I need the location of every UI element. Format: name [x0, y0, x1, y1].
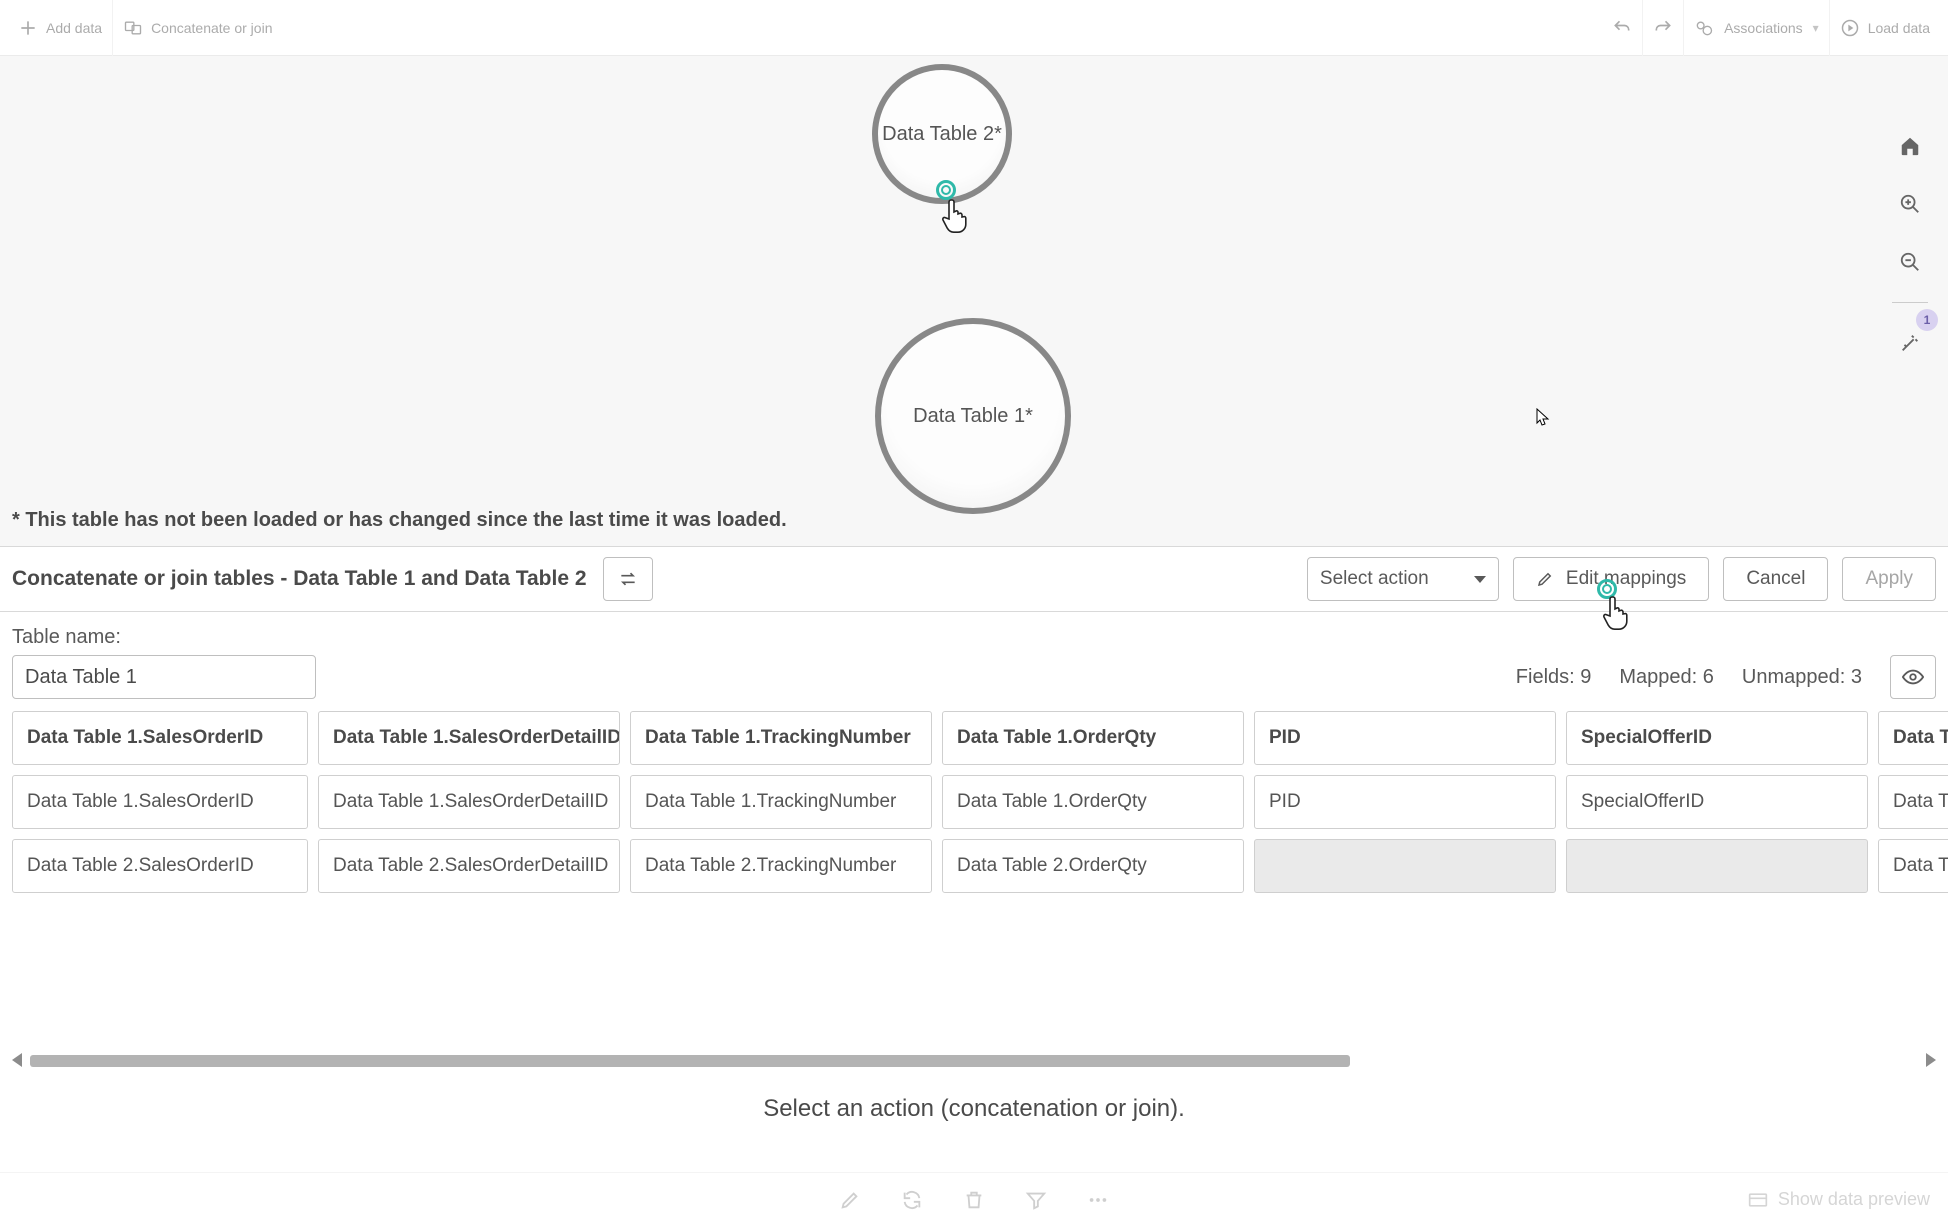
mapping-cell[interactable]: Data Ta: [1878, 839, 1948, 893]
table-name-input[interactable]: [12, 655, 316, 699]
action-bar: Concatenate or join tables - Data Table …: [0, 546, 1948, 612]
home-button[interactable]: [1890, 126, 1930, 166]
add-data-label: Add data: [46, 20, 102, 36]
apply-button[interactable]: Apply: [1842, 557, 1936, 601]
plus-icon: [18, 18, 38, 38]
undo-icon: [1612, 18, 1632, 38]
show-data-preview-label: Show data preview: [1778, 1189, 1930, 1210]
apply-label: Apply: [1865, 568, 1913, 590]
bubble-label: Data Table 2*: [882, 123, 1002, 146]
zoom-out-button[interactable]: [1890, 242, 1930, 282]
filter-icon[interactable]: [1025, 1189, 1047, 1211]
mapping-cell[interactable]: Data Ta: [1878, 775, 1948, 829]
caret-down-icon: [1474, 576, 1486, 583]
associations-button[interactable]: Associations ▾: [1684, 0, 1830, 56]
edit-mappings-label: Edit mappings: [1566, 568, 1686, 590]
preview-toggle-button[interactable]: [1890, 655, 1936, 699]
mapped-value: 6: [1703, 666, 1714, 688]
bottom-toolbar: Show data preview: [0, 1172, 1948, 1226]
mapping-cell-empty[interactable]: [1566, 839, 1868, 893]
chevron-down-icon: ▾: [1813, 21, 1819, 35]
table-bubble-data-table-2[interactable]: Data Table 2*: [872, 64, 1012, 204]
undo-button[interactable]: [1602, 0, 1643, 56]
mapping-cell[interactable]: Data Table 2.TrackingNumber: [630, 839, 932, 893]
scroll-thumb[interactable]: [30, 1055, 1350, 1067]
play-circle-icon: [1840, 18, 1860, 38]
unmapped-label: Unmapped:: [1742, 666, 1851, 688]
mapping-cell[interactable]: Data Table 1.SalesOrderDetailID: [318, 775, 620, 829]
mapping-cell[interactable]: Data Table 2.OrderQty: [942, 839, 1244, 893]
strip-divider: [1892, 302, 1928, 303]
redo-icon: [1653, 18, 1673, 38]
more-icon[interactable]: [1087, 1189, 1109, 1211]
scroll-right-icon[interactable]: [1926, 1053, 1936, 1067]
column-header[interactable]: PID: [1254, 711, 1556, 765]
recommendations-button[interactable]: 1: [1890, 323, 1930, 363]
trash-icon[interactable]: [963, 1189, 985, 1211]
top-toolbar: Add data Concatenate or join: [0, 0, 1948, 56]
column-header[interactable]: Data Ta: [1878, 711, 1948, 765]
badge-count: 1: [1916, 309, 1938, 331]
load-data-button[interactable]: Load data: [1830, 0, 1940, 56]
scroll-left-icon[interactable]: [12, 1053, 22, 1067]
add-data-button[interactable]: Add data: [8, 0, 113, 56]
action-title: Concatenate or join tables - Data Table …: [12, 567, 587, 591]
column-header[interactable]: SpecialOfferID: [1566, 711, 1868, 765]
swap-tables-button[interactable]: [603, 557, 653, 601]
edit-icon[interactable]: [839, 1189, 861, 1211]
mapping-grid: Data Table 1.SalesOrderID Data Table 1.S…: [0, 711, 1948, 1067]
select-action-label: Select action: [1320, 568, 1429, 590]
fields-value: 9: [1580, 666, 1591, 688]
redo-button[interactable]: [1643, 0, 1684, 56]
associations-label: Associations: [1724, 20, 1803, 36]
refresh-icon[interactable]: [901, 1189, 923, 1211]
load-data-label: Load data: [1868, 20, 1930, 36]
field-counts: Fields: 9 Mapped: 6 Unmapped: 3: [1516, 655, 1936, 699]
instruction-text: Select an action (concatenation or join)…: [0, 1067, 1948, 1133]
column-header[interactable]: Data Table 1.SalesOrderID: [12, 711, 308, 765]
mapping-cell[interactable]: Data Table 1.SalesOrderID: [12, 775, 308, 829]
mapping-cell[interactable]: Data Table 1.OrderQty: [942, 775, 1244, 829]
horizontal-scrollbar[interactable]: [12, 1053, 1936, 1067]
column-header[interactable]: Data Table 1.TrackingNumber: [630, 711, 932, 765]
mapping-cell-empty[interactable]: [1254, 839, 1556, 893]
canvas[interactable]: Data Table 2* Data Table 1* 1 * This tab…: [0, 56, 1948, 546]
concatenate-join-label: Concatenate or join: [151, 20, 272, 36]
tables-icon: [123, 18, 143, 38]
zoom-in-button[interactable]: [1890, 184, 1930, 224]
canvas-footnote: * This table has not been loaded or has …: [12, 499, 787, 546]
mapping-cell[interactable]: PID: [1254, 775, 1556, 829]
edit-mappings-button[interactable]: Edit mappings: [1513, 557, 1709, 601]
canvas-tool-strip: 1: [1886, 126, 1934, 363]
mapping-cell[interactable]: Data Table 2.SalesOrderID: [12, 839, 308, 893]
table-bubble-data-table-1[interactable]: Data Table 1*: [875, 318, 1071, 514]
mapped-label: Mapped:: [1619, 666, 1702, 688]
mapping-cell[interactable]: SpecialOfferID: [1566, 775, 1868, 829]
arrow-cursor-icon: [1536, 408, 1550, 426]
bubble-label: Data Table 1*: [913, 405, 1033, 428]
mapping-cell[interactable]: Data Table 2.SalesOrderDetailID: [318, 839, 620, 893]
select-action-dropdown[interactable]: Select action: [1307, 557, 1499, 601]
table-name-label: Table name:: [12, 626, 121, 649]
column-header[interactable]: Data Table 1.OrderQty: [942, 711, 1244, 765]
mapping-cell[interactable]: Data Table 1.TrackingNumber: [630, 775, 932, 829]
cancel-label: Cancel: [1746, 568, 1805, 590]
concatenate-join-button[interactable]: Concatenate or join: [113, 0, 282, 56]
unmapped-value: 3: [1851, 666, 1862, 688]
bubbles-icon: [1694, 18, 1714, 38]
cancel-button[interactable]: Cancel: [1723, 557, 1828, 601]
column-header[interactable]: Data Table 1.SalesOrderDetailID: [318, 711, 620, 765]
show-data-preview-button[interactable]: Show data preview: [1748, 1189, 1930, 1210]
fields-label: Fields:: [1516, 666, 1580, 688]
